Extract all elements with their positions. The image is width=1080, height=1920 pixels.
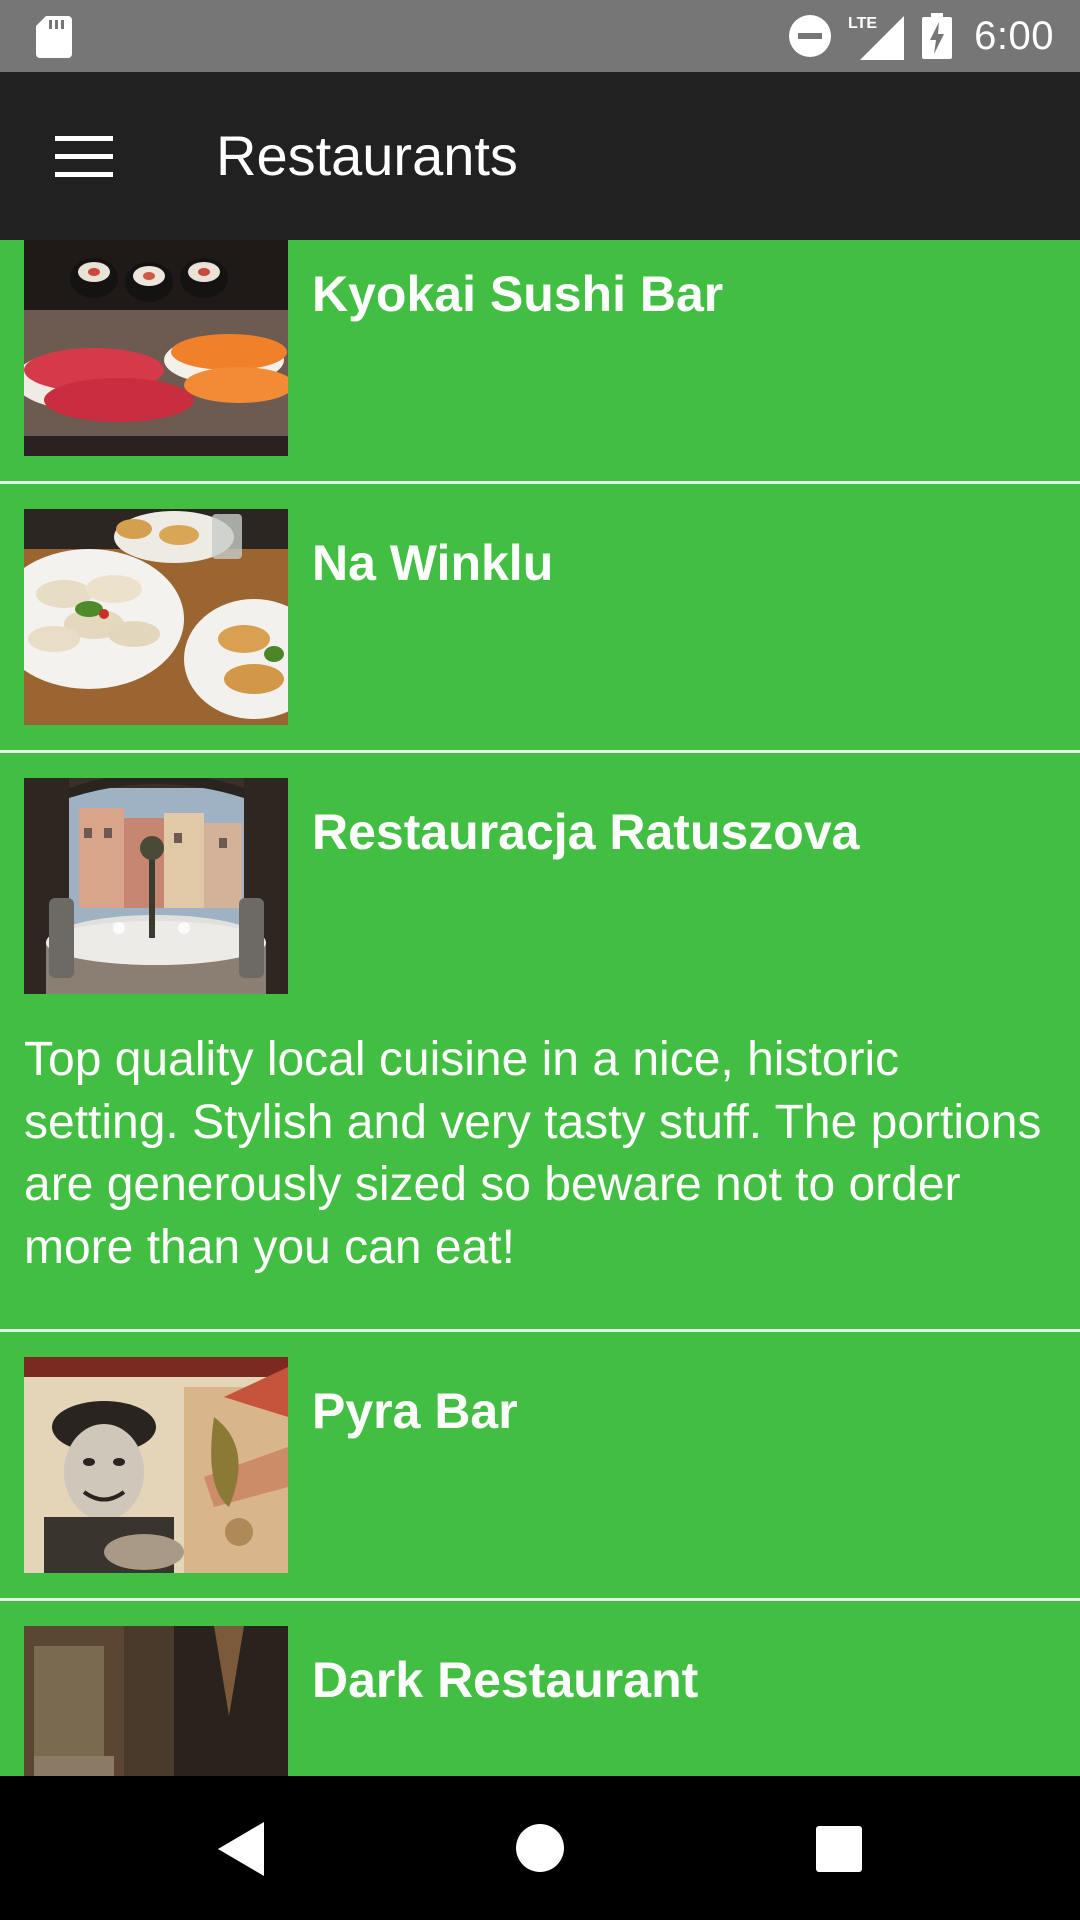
restaurant-thumbnail xyxy=(24,1626,288,1776)
socialist-poster-photo-icon xyxy=(24,1357,288,1573)
svg-text:LTE: LTE xyxy=(848,15,877,32)
restaurant-name: Kyokai Sushi Bar xyxy=(312,266,724,322)
list-item[interactable]: Restauracja Ratuszova Top quality local … xyxy=(0,753,1080,1332)
restaurant-thumbnail xyxy=(24,1357,288,1573)
list-item[interactable]: Pyra Bar xyxy=(0,1332,1080,1601)
list-item-header: Pyra Bar xyxy=(0,1332,1080,1598)
do-not-disturb-icon xyxy=(789,15,832,57)
restaurant-name: Pyra Bar xyxy=(312,1383,518,1439)
system-nav-bar xyxy=(0,1776,1080,1920)
clock: 6:00 xyxy=(974,13,1054,58)
list-item[interactable]: Na Winklu xyxy=(0,484,1080,753)
app-screen: LTE 6:00 Restaurants Kyokai Sushi Bar Na… xyxy=(0,0,1080,1920)
restaurant-list[interactable]: Kyokai Sushi Bar Na Winklu Restauracja R… xyxy=(0,240,1080,1776)
restaurant-thumbnail xyxy=(24,778,288,994)
dumplings-photo-icon xyxy=(24,509,288,725)
back-icon[interactable] xyxy=(218,1822,264,1876)
status-bar: LTE 6:00 xyxy=(0,0,1080,72)
app-toolbar: Restaurants xyxy=(0,72,1080,240)
page-title: Restaurants xyxy=(216,124,518,187)
sushi-photo-icon xyxy=(24,240,288,456)
home-icon[interactable] xyxy=(516,1824,564,1872)
menu-button[interactable] xyxy=(40,116,128,196)
sd-card-icon xyxy=(36,16,72,58)
recents-icon[interactable] xyxy=(816,1826,862,1872)
list-item-header: Dark Restaurant xyxy=(0,1601,1080,1776)
list-item-header: Restauracja Ratuszova xyxy=(0,753,1080,1019)
restaurant-thumbnail xyxy=(24,509,288,725)
restaurant-list-content: Kyokai Sushi Bar Na Winklu Restauracja R… xyxy=(0,240,1080,1776)
restaurant-name: Restauracja Ratuszova xyxy=(312,804,860,860)
dark-entrance-photo-icon xyxy=(24,1626,288,1776)
list-item-header: Kyokai Sushi Bar xyxy=(0,240,1080,481)
hamburger-menu-icon xyxy=(55,136,113,177)
dining-room-photo-icon xyxy=(24,778,288,994)
status-icons: LTE 6:00 xyxy=(788,0,1054,72)
lte-signal-icon: LTE xyxy=(848,15,905,60)
list-item[interactable]: Kyokai Sushi Bar xyxy=(0,240,1080,484)
list-item[interactable]: Dark Restaurant xyxy=(0,1601,1080,1776)
battery-charging-icon xyxy=(922,13,953,59)
list-item-header: Na Winklu xyxy=(0,484,1080,750)
restaurant-name: Na Winklu xyxy=(312,535,554,591)
restaurant-description: Top quality local cuisine in a nice, his… xyxy=(24,1033,1042,1274)
restaurant-name: Dark Restaurant xyxy=(312,1652,699,1708)
restaurant-thumbnail xyxy=(24,240,288,456)
